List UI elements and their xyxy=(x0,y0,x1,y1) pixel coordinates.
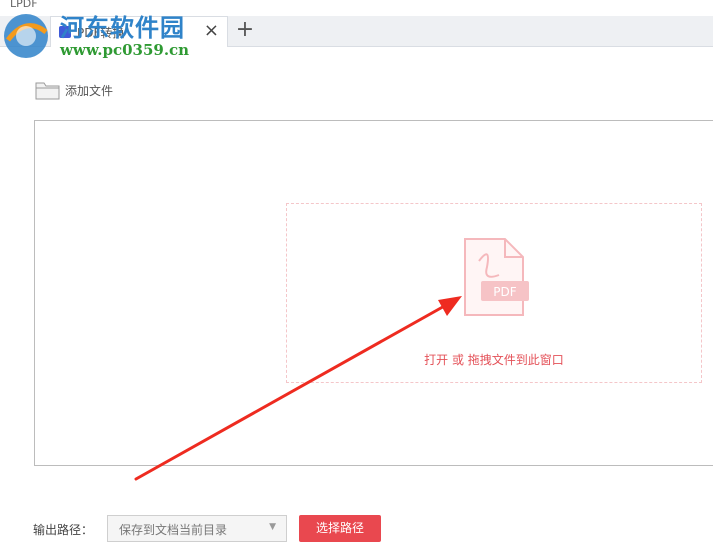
add-tab-button[interactable]: + xyxy=(234,15,256,45)
pdf-file-icon: PDF xyxy=(464,238,529,316)
output-path-select[interactable]: 保存到文档当前目录 ▼ xyxy=(107,515,287,542)
add-file-button[interactable]: 添加文件 xyxy=(35,78,113,102)
add-file-label: 添加文件 xyxy=(65,83,114,98)
watermark-logo xyxy=(4,14,48,58)
choose-path-button[interactable]: 选择路径 xyxy=(299,515,381,542)
chevron-down-icon: ▼ xyxy=(269,522,276,532)
watermark-title: 河东软件园 xyxy=(60,13,185,42)
output-path-label: 输出路径： xyxy=(33,523,94,537)
drop-zone[interactable]: PDF 打开 或 拖拽文件到此窗口 xyxy=(286,203,702,383)
drop-hint[interactable]: 打开 或 拖拽文件到此窗口 xyxy=(287,351,701,368)
pdf-icon-badge: PDF xyxy=(493,285,516,299)
folder-icon xyxy=(35,82,60,100)
close-icon[interactable]: × xyxy=(204,20,219,41)
file-list-panel[interactable]: PDF 打开 或 拖拽文件到此窗口 xyxy=(34,120,713,466)
output-path-value: 保存到文档当前目录 xyxy=(119,523,228,537)
watermark-url: www.pc0359.cn xyxy=(60,41,190,59)
